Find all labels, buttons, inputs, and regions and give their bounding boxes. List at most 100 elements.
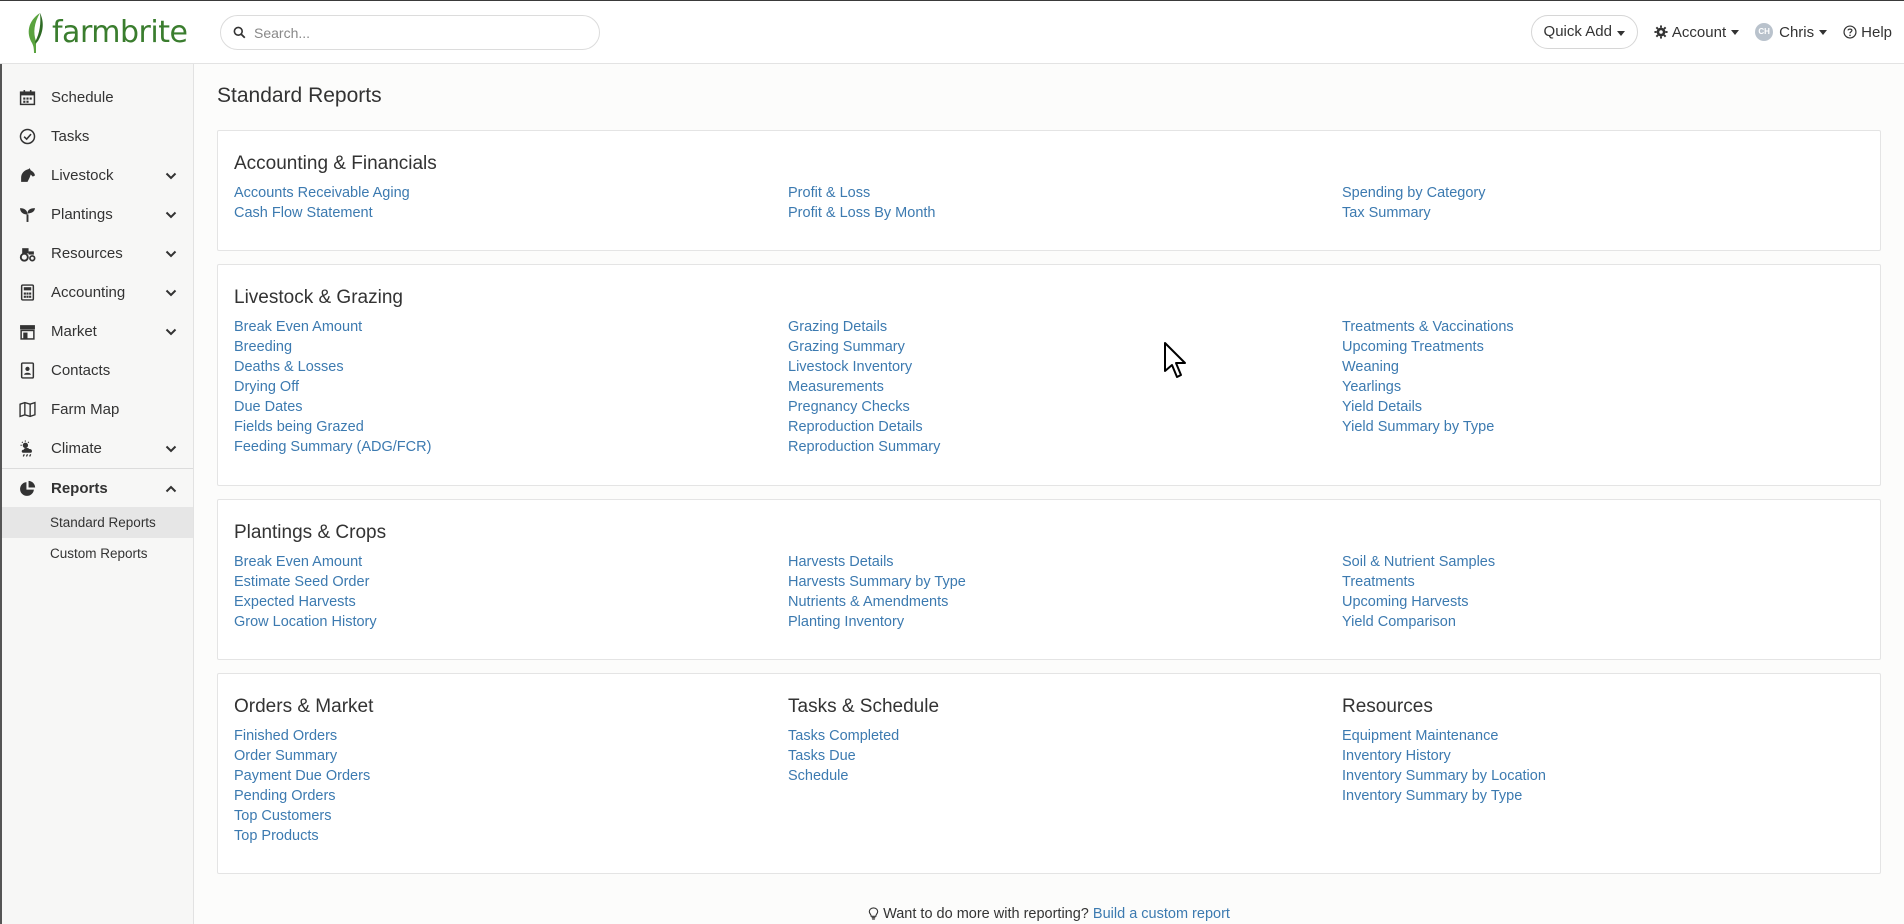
- sidebar-item-contacts[interactable]: Contacts: [2, 351, 193, 390]
- caret-down-icon: [1731, 29, 1740, 35]
- sidebar-item-resources[interactable]: Resources: [2, 234, 193, 273]
- section-title: Tasks & Schedule: [788, 696, 940, 717]
- report-link[interactable]: Tax Summary: [1342, 203, 1862, 223]
- report-link[interactable]: Schedule: [788, 766, 1342, 786]
- report-link[interactable]: Pending Orders: [234, 786, 788, 806]
- report-link[interactable]: Spending by Category: [1342, 183, 1862, 203]
- caret-down-icon: [1819, 29, 1828, 35]
- report-link[interactable]: Order Summary: [234, 746, 788, 766]
- sidebar-item-label: Plantings: [51, 206, 113, 223]
- section-title: Orders & Market: [234, 696, 374, 717]
- sidebar-item-reports[interactable]: Reports: [2, 468, 193, 507]
- report-link[interactable]: Profit & Loss By Month: [788, 203, 1342, 223]
- report-link[interactable]: Break Even Amount: [234, 317, 788, 337]
- help-link[interactable]: Help: [1843, 24, 1892, 41]
- search-input[interactable]: [254, 24, 584, 41]
- report-link[interactable]: Planting Inventory: [788, 612, 1342, 632]
- account-label: Account: [1671, 23, 1727, 41]
- page-title: Standard Reports: [217, 84, 382, 107]
- report-link[interactable]: Inventory Summary by Location: [1342, 766, 1862, 786]
- report-link[interactable]: Yield Summary by Type: [1342, 417, 1862, 437]
- report-link[interactable]: Upcoming Treatments: [1342, 337, 1862, 357]
- map-icon: [18, 401, 36, 418]
- report-link[interactable]: Drying Off: [234, 377, 788, 397]
- report-link[interactable]: Equipment Maintenance: [1342, 726, 1862, 746]
- report-link[interactable]: Weaning: [1342, 357, 1862, 377]
- user-menu[interactable]: CH Chris: [1755, 23, 1828, 41]
- report-link[interactable]: Break Even Amount: [234, 552, 788, 572]
- chevron-down-icon: [165, 328, 177, 336]
- calculator-icon: [20, 284, 34, 301]
- pie-chart-icon: [19, 480, 35, 496]
- sidebar-item-label: Schedule: [51, 89, 114, 106]
- chevron-down-icon: [165, 211, 177, 219]
- sidebar-subitem-standard-reports[interactable]: Standard Reports: [2, 507, 193, 538]
- build-custom-report-link[interactable]: Build a custom report: [1093, 906, 1230, 922]
- report-link[interactable]: Soil & Nutrient Samples: [1342, 552, 1862, 572]
- report-link[interactable]: Cash Flow Statement: [234, 203, 788, 223]
- farmbrite-logo[interactable]: farmbrite: [24, 11, 188, 55]
- sidebar-item-tasks[interactable]: Tasks: [2, 117, 193, 156]
- report-link[interactable]: Breeding: [234, 337, 788, 357]
- section-title: Plantings & Crops: [234, 522, 387, 543]
- report-link[interactable]: Yearlings: [1342, 377, 1862, 397]
- footer-note: Want to do more with reporting? Build a …: [217, 906, 1881, 922]
- report-link[interactable]: Nutrients & Amendments: [788, 592, 1342, 612]
- sidebar-item-schedule[interactable]: Schedule: [2, 78, 193, 117]
- sidebar-item-accounting[interactable]: Accounting: [2, 273, 193, 312]
- chevron-down-icon: [165, 250, 177, 258]
- report-link[interactable]: Inventory Summary by Type: [1342, 786, 1862, 806]
- report-link[interactable]: Harvests Summary by Type: [788, 572, 1342, 592]
- gear-icon: [1654, 25, 1668, 39]
- report-link[interactable]: Pregnancy Checks: [788, 397, 1342, 417]
- address-book-icon: [20, 362, 34, 379]
- report-link[interactable]: Yield Comparison: [1342, 612, 1862, 632]
- report-link[interactable]: Due Dates: [234, 397, 788, 417]
- report-link[interactable]: Yield Details: [1342, 397, 1862, 417]
- report-link[interactable]: Grow Location History: [234, 612, 788, 632]
- report-link[interactable]: Grazing Details: [788, 317, 1342, 337]
- store-icon: [19, 325, 35, 340]
- report-link[interactable]: Tasks Due: [788, 746, 1342, 766]
- section-resources: Resources Equipment Maintenance Inventor…: [1342, 696, 1862, 846]
- section-orders-tasks-resources: Orders & Market Finished Orders Order Su…: [217, 673, 1881, 874]
- report-link[interactable]: Inventory History: [1342, 746, 1862, 766]
- report-link[interactable]: Deaths & Losses: [234, 357, 788, 377]
- quick-add-button[interactable]: Quick Add: [1530, 15, 1638, 49]
- sidebar-item-label: Accounting: [51, 284, 126, 301]
- sidebar-item-plantings[interactable]: Plantings: [2, 195, 193, 234]
- report-link[interactable]: Accounts Receivable Aging: [234, 183, 788, 203]
- cloud-sun-icon: [20, 440, 32, 457]
- report-link[interactable]: Expected Harvests: [234, 592, 788, 612]
- report-link[interactable]: Upcoming Harvests: [1342, 592, 1862, 612]
- sidebar-subitem-custom-reports[interactable]: Custom Reports: [2, 538, 193, 569]
- report-link[interactable]: Top Customers: [234, 806, 788, 826]
- sidebar: Schedule Tasks Livestock Plantings Resou…: [0, 64, 194, 924]
- report-link[interactable]: Livestock Inventory: [788, 357, 1342, 377]
- report-link[interactable]: Grazing Summary: [788, 337, 1342, 357]
- horse-icon: [20, 168, 35, 182]
- sidebar-item-livestock[interactable]: Livestock: [2, 156, 193, 195]
- report-link[interactable]: Reproduction Details: [788, 417, 1342, 437]
- report-link[interactable]: Measurements: [788, 377, 1342, 397]
- report-link[interactable]: Finished Orders: [234, 726, 788, 746]
- sidebar-subitem-label: Custom Reports: [50, 546, 148, 561]
- report-link[interactable]: Treatments & Vaccinations: [1342, 317, 1862, 337]
- report-link[interactable]: Tasks Completed: [788, 726, 1342, 746]
- report-link[interactable]: Reproduction Summary: [788, 437, 1342, 457]
- chevron-down-icon: [165, 445, 177, 453]
- sidebar-item-farm-map[interactable]: Farm Map: [2, 390, 193, 429]
- report-link[interactable]: Profit & Loss: [788, 183, 1342, 203]
- report-link[interactable]: Payment Due Orders: [234, 766, 788, 786]
- report-link[interactable]: Feeding Summary (ADG/FCR): [234, 437, 788, 457]
- report-link[interactable]: Treatments: [1342, 572, 1862, 592]
- report-link[interactable]: Estimate Seed Order: [234, 572, 788, 592]
- sidebar-item-climate[interactable]: Climate: [2, 429, 193, 468]
- sidebar-item-market[interactable]: Market: [2, 312, 193, 351]
- account-menu[interactable]: Account: [1654, 23, 1740, 41]
- report-link[interactable]: Top Products: [234, 826, 788, 846]
- report-link[interactable]: Fields being Grazed: [234, 417, 788, 437]
- report-link[interactable]: Harvests Details: [788, 552, 1342, 572]
- search-box[interactable]: [220, 15, 600, 50]
- sidebar-subitem-label: Standard Reports: [50, 515, 156, 530]
